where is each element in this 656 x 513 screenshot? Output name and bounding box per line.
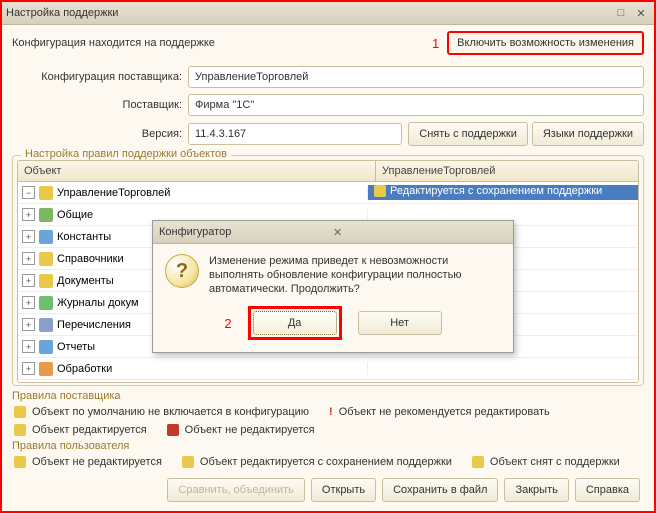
user-rules-title: Правила пользователя: [12, 440, 644, 452]
legend-cube-icon: [472, 456, 484, 468]
object-icon: [39, 274, 53, 288]
object-icon: [39, 252, 53, 266]
support-languages-button[interactable]: Языки поддержки: [532, 122, 644, 146]
object-name: Обработки: [57, 363, 112, 375]
table-row[interactable]: − УправлениеТорговлей Редактируется с сохр…: [18, 182, 638, 204]
object-name: Отчеты: [57, 341, 95, 353]
annotation-2: 2: [224, 316, 231, 331]
window-title: Настройка поддержки: [6, 7, 610, 19]
annotation-1: 1: [432, 36, 439, 51]
legend-cube-icon: [167, 424, 179, 436]
remove-support-button[interactable]: Снять с поддержки: [408, 122, 528, 146]
status-badge: Редактируется с сохранением поддержки: [374, 185, 602, 197]
question-icon: ?: [165, 254, 199, 288]
expand-icon[interactable]: +: [22, 208, 35, 221]
legend-item: Объект снят с поддержки: [472, 456, 620, 468]
legend-item: Объект редактируется с сохранением подде…: [182, 456, 452, 468]
col-vendor[interactable]: УправлениеТорговлей: [376, 161, 638, 181]
legend-item: Объект не редактируется: [167, 424, 315, 436]
version-label: Версия:: [12, 128, 188, 140]
object-rules-title: Настройка правил поддержки объектов: [21, 148, 231, 160]
legend-cube-icon: [182, 456, 194, 468]
expand-icon[interactable]: +: [22, 274, 35, 287]
table-row[interactable]: +Планы видов характеристик: [18, 380, 638, 382]
dialog-close-icon[interactable]: ✕: [333, 226, 507, 239]
legend-item: Объект по умолчанию не включается в конф…: [14, 406, 309, 418]
object-name: УправлениеТорговлей: [57, 187, 170, 199]
object-icon: [39, 318, 53, 332]
vendor-config-label: Конфигурация поставщика:: [12, 71, 188, 83]
user-rules-legend: Объект не редактируется Объект редактируе…: [12, 452, 644, 472]
object-icon: [39, 362, 53, 376]
titlebar: Настройка поддержки □ ✕: [2, 2, 654, 25]
expand-icon[interactable]: +: [22, 230, 35, 243]
expand-icon[interactable]: +: [22, 340, 35, 353]
expand-icon[interactable]: +: [22, 362, 35, 375]
warning-icon: !: [329, 406, 333, 418]
no-button[interactable]: Нет: [358, 311, 442, 335]
object-icon: [39, 230, 53, 244]
collapse-icon[interactable]: −: [22, 186, 35, 199]
object-name: Документы: [57, 275, 114, 287]
support-settings-window: Настройка поддержки □ ✕ Конфигурация нах…: [0, 0, 656, 513]
support-status-text: Конфигурация находится на поддержке: [12, 37, 432, 49]
footer: Сравнить, объединить Открыть Сохранить в…: [12, 472, 644, 508]
save-to-file-button[interactable]: Сохранить в файл: [382, 478, 498, 502]
legend-cube-icon: [14, 406, 26, 418]
object-name: Перечисления: [57, 319, 131, 331]
close-button[interactable]: Закрыть: [504, 478, 568, 502]
expand-icon[interactable]: +: [22, 252, 35, 265]
object-icon: [39, 208, 53, 222]
object-name: Общие: [57, 209, 93, 221]
object-icon: [39, 296, 53, 310]
vendor-config-field[interactable]: УправлениеТорговлей: [188, 66, 644, 88]
close-icon[interactable]: ✕: [632, 5, 650, 21]
table-row[interactable]: + Обработки: [18, 358, 638, 380]
vendor-field[interactable]: Фирма "1С": [188, 94, 644, 116]
legend-item: !Объект не рекомендуется редактировать: [329, 406, 550, 418]
maximize-icon[interactable]: □: [612, 5, 630, 21]
object-name: Справочники: [57, 253, 124, 265]
enable-change-button[interactable]: Включить возможность изменения: [447, 31, 644, 55]
vendor-rules-legend: Объект по умолчанию не включается в конф…: [12, 402, 644, 440]
object-icon: [39, 186, 53, 200]
yes-button[interactable]: Да: [253, 311, 337, 335]
open-button[interactable]: Открыть: [311, 478, 376, 502]
legend-cube-icon: [14, 424, 26, 436]
confirm-dialog: Конфигуратор ✕ ? Изменение режима привед…: [152, 220, 514, 353]
col-object[interactable]: Объект: [18, 161, 376, 181]
dialog-text: Изменение режима приведет к невозможност…: [209, 254, 501, 296]
expand-icon[interactable]: +: [22, 318, 35, 331]
expand-icon[interactable]: +: [22, 296, 35, 309]
object-name: Константы: [57, 231, 111, 243]
compare-merge-button[interactable]: Сравнить, объединить: [167, 478, 304, 502]
legend-item: Объект не редактируется: [14, 456, 162, 468]
legend-cube-icon: [14, 456, 26, 468]
object-name: Журналы докум: [57, 297, 139, 309]
object-icon: [39, 340, 53, 354]
vendor-label: Поставщик:: [12, 99, 188, 111]
version-field[interactable]: 11.4.3.167: [188, 123, 402, 145]
legend-item: Объект редактируется: [14, 424, 147, 436]
dialog-title: Конфигуратор: [159, 226, 333, 238]
help-button[interactable]: Справка: [575, 478, 640, 502]
vendor-rules-title: Правила поставщика: [12, 390, 644, 402]
